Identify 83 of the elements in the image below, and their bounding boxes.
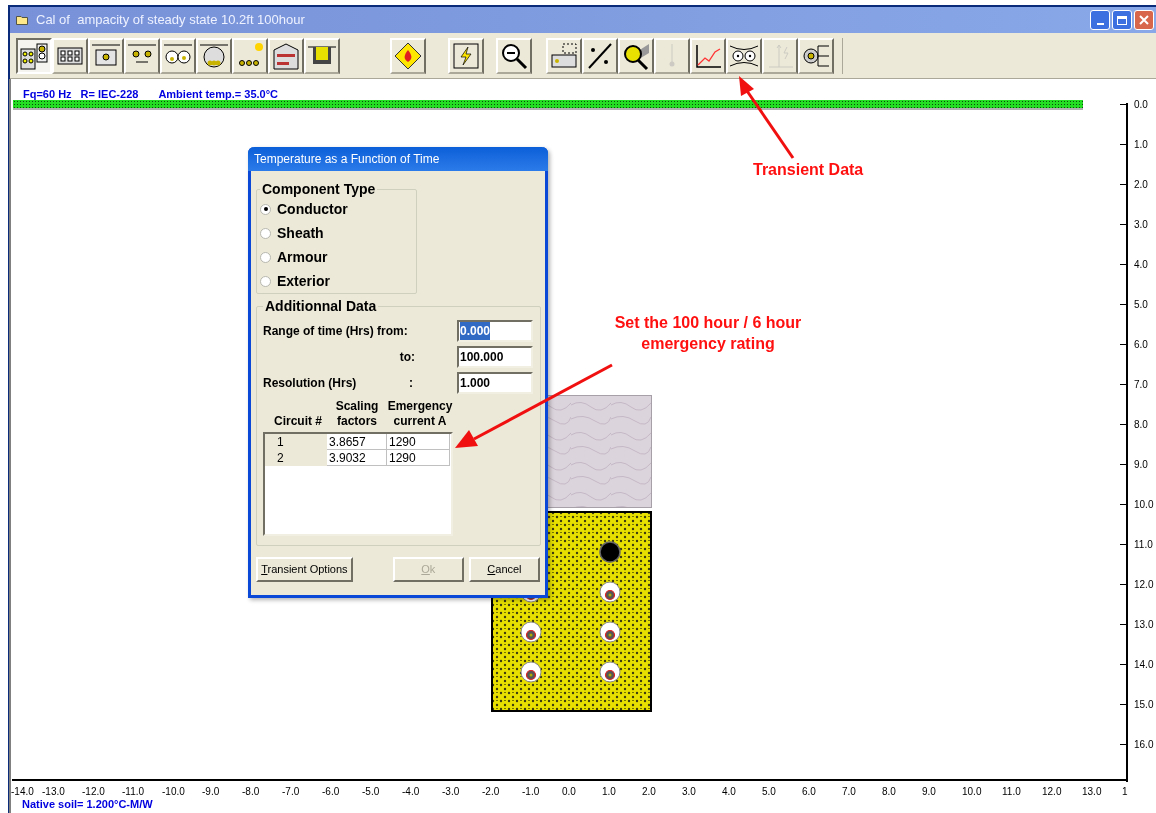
axis-label: -6.0 (322, 785, 340, 799)
table-cell[interactable]: 1290 (387, 434, 450, 450)
axis-label: 15.0 (1134, 698, 1154, 712)
axis-label: -7.0 (282, 785, 300, 799)
axis-label: 7.0 (842, 785, 856, 799)
status-text: Ambient temp.= 35.0°C (158, 87, 278, 102)
axis-label: 3.0 (1134, 218, 1148, 232)
field-label: Range of time (Hrs) from: (263, 323, 409, 340)
radio-option[interactable]: Armour (260, 245, 413, 269)
axis-label: 4.0 (1134, 258, 1148, 272)
axis-label: 11.0 (1134, 538, 1153, 552)
axis-label: 13.0 (1082, 785, 1102, 799)
axis-label: 12.0 (1134, 578, 1154, 592)
axis-label: 0.0 (562, 785, 576, 799)
axis-label: 2.0 (1134, 178, 1148, 192)
axis-label: 1.0 (1134, 138, 1148, 152)
column-header: Circuit # (273, 414, 323, 429)
column-header: Scaling factors (334, 399, 380, 429)
group-title: Component Type (261, 181, 377, 197)
folder-icon (16, 15, 28, 25)
axis-label: -11.0 (122, 785, 145, 799)
soil-resistivity-text: Native soil= 1.200°C-M/W (22, 797, 153, 812)
dialog-button[interactable]: Cancel (468, 557, 540, 582)
window-title: Cal of ampacity of steady state 10.2ft 100hour (36, 11, 305, 30)
radio-option[interactable]: Sheath (260, 221, 413, 245)
group-title: Additionnal Data (264, 298, 378, 314)
number-field[interactable]: 0.000 (457, 320, 533, 342)
axis-label: 14.0 (1134, 658, 1154, 672)
axis-label: 5.0 (1134, 298, 1148, 312)
axis-label: -14.0 (11, 785, 34, 799)
axis-label: -3.0 (442, 785, 460, 799)
maximize-button[interactable] (1112, 10, 1132, 30)
radio-option[interactable]: Exterior (260, 269, 413, 293)
table-cell[interactable]: 1290 (387, 450, 450, 466)
axis-label: 6.0 (802, 785, 816, 799)
close-button[interactable] (1134, 10, 1154, 30)
axis-label: 5.0 (762, 785, 776, 799)
table-cell: 1 (265, 434, 327, 450)
axis-label: 4.0 (722, 785, 736, 799)
axis-label: -8.0 (242, 785, 260, 799)
axis-label: -10.0 (162, 785, 185, 799)
radio-option[interactable]: Conductor (260, 197, 413, 221)
annotation-text: Set the 100 hour / 6 hour emergency rating (614, 313, 802, 354)
axis-label: 6.0 (1134, 338, 1148, 352)
minimize-button[interactable] (1090, 10, 1110, 30)
axis-label: 11.0 (1002, 785, 1021, 799)
axis-label: -5.0 (362, 785, 380, 799)
axis-label: 10.0 (1134, 498, 1154, 512)
axis-label: -13.0 (42, 785, 65, 799)
close-icon (1139, 15, 1149, 25)
field-label: Resolution (Hrs) (263, 375, 357, 392)
axis-label: 1 (1122, 785, 1128, 799)
axis-label: -12.0 (82, 785, 105, 799)
table-cell: 2 (265, 450, 327, 466)
status-text: Fq=60 Hz (23, 87, 72, 102)
axis-label: 7.0 (1134, 378, 1148, 392)
table-cell[interactable]: 3.8657 (327, 434, 387, 450)
axis-label: 8.0 (1134, 418, 1148, 432)
field-label: : (409, 375, 413, 392)
table-cell[interactable]: 3.9032 (327, 450, 387, 466)
axis-label: 10.0 (962, 785, 982, 799)
field-label: to: (399, 349, 415, 366)
annotation-text: Transient Data (753, 160, 864, 180)
axis-label: 3.0 (682, 785, 696, 799)
column-header: Emergency current A (387, 399, 453, 429)
axis-label: 1.0 (602, 785, 616, 799)
status-text: R= IEC-228 (80, 87, 139, 102)
axis-label: 16.0 (1134, 738, 1154, 752)
axis-label: 9.0 (922, 785, 936, 799)
number-field[interactable]: 1.000 (457, 372, 533, 394)
axis-label: -1.0 (522, 785, 540, 799)
axis-label: 0.0 (1134, 98, 1148, 112)
number-field[interactable]: 100.000 (457, 346, 533, 368)
axis-label: 13.0 (1134, 618, 1154, 632)
axis-label: -4.0 (402, 785, 420, 799)
axis-label: 12.0 (1042, 785, 1062, 799)
axis-label: 8.0 (882, 785, 896, 799)
axis-label: -2.0 (482, 785, 500, 799)
axis-label: -9.0 (202, 785, 220, 799)
dialog-title: Temperature as a Function of Time (254, 151, 440, 168)
axis-label: 9.0 (1134, 458, 1148, 472)
dialog-button[interactable]: Transient Options (256, 557, 353, 582)
axis-label: 2.0 (642, 785, 656, 799)
